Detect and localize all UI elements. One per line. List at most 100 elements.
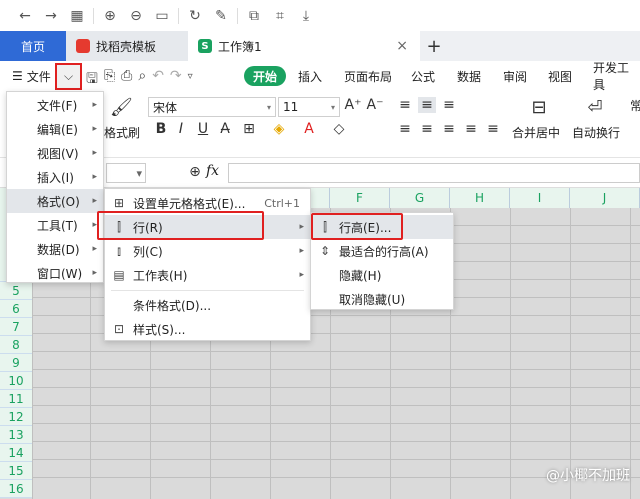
undo-icon[interactable]: ↶ [152, 68, 164, 92]
edit-icon[interactable]: ✎ [208, 3, 234, 29]
menu-item-conditional-format[interactable]: 条件格式(D)... [105, 293, 310, 317]
close-icon[interactable]: × [396, 38, 408, 54]
file-menu-toggle[interactable]: ☰ 文件 [12, 61, 51, 91]
row-header[interactable]: 10 [0, 372, 32, 390]
tab-review[interactable]: 审阅 [503, 61, 527, 91]
menu-item-row[interactable]: ⫿ 行(R) ▸ [105, 215, 310, 239]
align-bottom-icon[interactable]: ≡ [440, 97, 458, 113]
tab-data[interactable]: 数据 [457, 61, 481, 91]
menu-item-best-fit-row-height[interactable]: ⇕ 最适合的行高(A) [311, 239, 453, 263]
font-color-icon[interactable]: A [300, 121, 318, 137]
print-preview-icon[interactable]: ⌕ [138, 68, 146, 92]
chevron-right-icon: ▸ [92, 172, 97, 182]
more-icon[interactable]: ▿ [188, 68, 193, 92]
row-header[interactable]: 6 [0, 300, 32, 318]
align-left-icon[interactable]: ≡ [396, 121, 414, 137]
menu-item-hide[interactable]: 隐藏(H) [311, 263, 453, 287]
row-header[interactable]: 11 [0, 390, 32, 408]
row-header[interactable]: 13 [0, 426, 32, 444]
row-header[interactable]: 7 [0, 318, 32, 336]
tab-page-layout[interactable]: 页面布局 [344, 61, 392, 91]
tab-developer[interactable]: 开发工具 [593, 61, 640, 92]
row-header[interactable]: 15 [0, 462, 32, 480]
crop-icon[interactable]: ⌗ [267, 3, 293, 29]
formula-input[interactable] [228, 163, 640, 183]
menu-item-view[interactable]: 视图(V) ▸ [7, 141, 103, 165]
fill-color-icon[interactable]: ◈ [270, 121, 288, 137]
copy-icon[interactable]: ⧉ [241, 3, 267, 29]
redo-icon[interactable]: ↷ [170, 68, 182, 92]
increase-font-icon[interactable]: A⁺ [344, 97, 362, 113]
download-icon[interactable]: ⤓ [293, 3, 319, 29]
distributed-icon[interactable]: ≡ [484, 121, 502, 137]
column-header-j[interactable]: J [570, 188, 640, 208]
strikethrough-icon[interactable]: A̶ [216, 121, 234, 137]
merge-center-icon[interactable]: ⊟ [530, 97, 548, 118]
clear-format-icon[interactable]: ◇ [330, 121, 348, 137]
justify-icon[interactable]: ≡ [462, 121, 480, 137]
format-painter-label[interactable]: 格式刷 [104, 124, 140, 141]
menu-item-unhide[interactable]: 取消隐藏(U) [311, 287, 453, 311]
number-format-label[interactable]: 常 [630, 97, 640, 114]
name-box[interactable]: ▾ [106, 163, 146, 183]
font-name-select[interactable]: 宋体 ▾ [148, 97, 276, 117]
apps-grid-icon[interactable]: ▦ [64, 3, 90, 29]
column-header-h[interactable]: H [450, 188, 510, 208]
format-painter-icon[interactable]: 🖌 [110, 97, 133, 118]
italic-icon[interactable]: I [172, 121, 190, 137]
borders-icon[interactable]: ⊞ [240, 121, 258, 137]
menu-item-file[interactable]: 文件(F) ▸ [7, 93, 103, 117]
menu-item-window[interactable]: 窗口(W) ▸ [7, 261, 103, 285]
decrease-font-icon[interactable]: A⁻ [366, 97, 384, 113]
save-icon[interactable]: 🖫 [86, 68, 98, 92]
menu-item-row-height[interactable]: ⫿ 行高(E)... [311, 215, 453, 239]
zoom-out-icon[interactable]: ⊖ [123, 3, 149, 29]
zoom-in-icon[interactable]: ⊕ [97, 3, 123, 29]
tab-start[interactable]: 开始 [244, 66, 287, 86]
menu-item-data[interactable]: 数据(D) ▸ [7, 237, 103, 261]
column-header-g[interactable]: G [390, 188, 450, 208]
align-right-icon[interactable]: ≡ [440, 121, 458, 137]
menu-item-column[interactable]: ⫾ 列(C) ▸ [105, 239, 310, 263]
forward-icon[interactable]: → [38, 3, 64, 29]
tab-insert[interactable]: 插入 [298, 61, 322, 91]
menu-item-format[interactable]: 格式(O) ▸ [7, 189, 103, 213]
tab-workbook[interactable]: S 工作簿1 × [188, 31, 420, 61]
tab-home[interactable]: 首页 [0, 31, 66, 61]
wrap-text-label[interactable]: 自动换行 [572, 124, 620, 141]
print-icon[interactable]: ⎙ [121, 68, 132, 92]
row-header[interactable]: 9 [0, 354, 32, 372]
back-icon[interactable]: ← [12, 3, 38, 29]
wrap-text-icon[interactable]: ⏎ [586, 97, 604, 118]
column-header-i[interactable]: I [510, 188, 570, 208]
align-middle-icon[interactable]: ≡ [418, 97, 436, 113]
align-center-icon[interactable]: ≡ [418, 121, 436, 137]
font-size-value: 11 [283, 100, 299, 114]
tab-find-template[interactable]: 找稻壳模板 [66, 31, 188, 61]
bold-icon[interactable]: B [152, 121, 170, 137]
menu-item-tools[interactable]: 工具(T) ▸ [7, 213, 103, 237]
fx-icon[interactable]: fx [206, 163, 219, 179]
tab-formulas[interactable]: 公式 [411, 61, 435, 91]
align-top-icon[interactable]: ≡ [396, 97, 414, 113]
export-pdf-icon[interactable]: ⎘ [104, 68, 115, 92]
menu-item-cell-format[interactable]: ⊞ 设置单元格格式(E)... Ctrl+1 [105, 191, 310, 215]
menu-item-sheet[interactable]: ▤ 工作表(H) ▸ [105, 263, 310, 287]
menu-item-insert[interactable]: 插入(I) ▸ [7, 165, 103, 189]
file-dropdown-button[interactable]: ⌵ [55, 63, 82, 90]
merge-center-label[interactable]: 合并居中 [512, 124, 560, 141]
row-header[interactable]: 14 [0, 444, 32, 462]
menu-item-edit[interactable]: 编辑(E) ▸ [7, 117, 103, 141]
menu-item-style[interactable]: ⊡ 样式(S)... [105, 317, 310, 341]
row-header[interactable]: 8 [0, 336, 32, 354]
column-header-f[interactable]: F [330, 188, 390, 208]
row-header[interactable]: 16 [0, 480, 32, 498]
underline-icon[interactable]: U [194, 121, 212, 137]
tab-view[interactable]: 视图 [548, 61, 572, 91]
fit-screen-icon[interactable]: ▭ [149, 3, 175, 29]
row-header[interactable]: 12 [0, 408, 32, 426]
font-size-select[interactable]: 11 ▾ [278, 97, 340, 117]
add-tab-icon[interactable]: + [420, 31, 448, 61]
zoom-search-icon[interactable]: ⊕ [186, 164, 204, 180]
rotate-icon[interactable]: ↻ [182, 3, 208, 29]
